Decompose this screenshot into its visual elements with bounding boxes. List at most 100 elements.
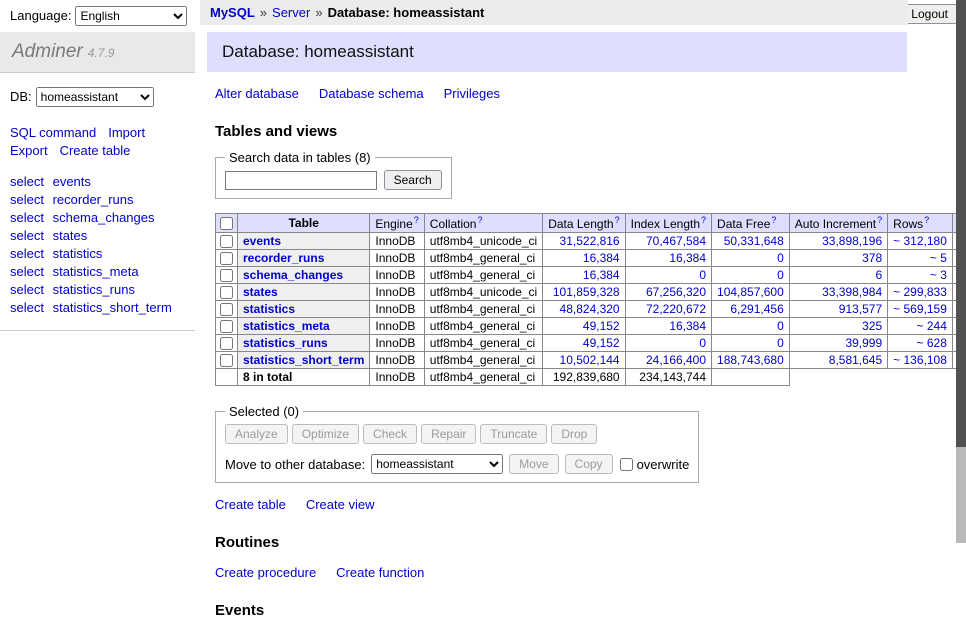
- help-link[interactable]: ?: [414, 215, 419, 225]
- search-input[interactable]: [225, 171, 377, 190]
- table-name-link-statistics-runs[interactable]: statistics_runs: [243, 336, 328, 350]
- table-name-link-statistics-meta[interactable]: statistics_meta: [243, 319, 330, 333]
- table-name-cell: states: [238, 284, 370, 301]
- table-name-cell: recorder_runs: [238, 250, 370, 267]
- help-link[interactable]: ?: [615, 215, 620, 225]
- sidebar-table-link-schema-changes[interactable]: schema_changes: [53, 210, 155, 225]
- sidebar-link-import[interactable]: Import: [108, 125, 145, 140]
- sidebar-table-link-recorder-runs[interactable]: recorder_runs: [53, 192, 134, 207]
- engine-cell: InnoDB: [370, 233, 424, 250]
- create-view-link[interactable]: Create view: [306, 497, 375, 512]
- help-link[interactable]: ?: [877, 215, 882, 225]
- table-name-link-events[interactable]: events: [243, 234, 281, 248]
- overwrite-checkbox[interactable]: [620, 458, 633, 471]
- bulk-repair-button[interactable]: Repair: [421, 424, 476, 444]
- select-link-recorder-runs[interactable]: select: [10, 192, 44, 207]
- bulk-optimize-button[interactable]: Optimize: [292, 424, 359, 444]
- row-checkbox-statistics[interactable]: [220, 303, 233, 316]
- create-table-link[interactable]: Create table: [215, 497, 286, 512]
- copy-button[interactable]: Copy: [565, 454, 613, 474]
- column-header-data-length: Data Length?: [543, 214, 625, 233]
- table-name-link-statistics[interactable]: statistics: [243, 302, 295, 316]
- alter-database-link[interactable]: Alter database: [215, 86, 299, 101]
- total-data-free-cell: [712, 369, 790, 386]
- sidebar-table-link-events[interactable]: events: [53, 174, 91, 189]
- check-all-cell: [216, 214, 238, 233]
- total-check-cell: [216, 369, 238, 386]
- select-link-states[interactable]: select: [10, 228, 44, 243]
- data-length-cell: 16,384: [543, 250, 625, 267]
- bulk-check-button[interactable]: Check: [363, 424, 417, 444]
- auto-increment-cell: 378: [789, 250, 887, 267]
- select-link-statistics-meta[interactable]: select: [10, 264, 44, 279]
- privileges-link[interactable]: Privileges: [444, 86, 500, 101]
- create-procedure-link[interactable]: Create procedure: [215, 565, 316, 580]
- row-checkbox-recorder-runs[interactable]: [220, 252, 233, 265]
- bulk-analyze-button[interactable]: Analyze: [225, 424, 288, 444]
- logout-button[interactable]: Logout: [901, 4, 958, 24]
- row-checkbox-states[interactable]: [220, 286, 233, 299]
- breadcrumb-server-link[interactable]: Server: [272, 5, 310, 20]
- select-link-events[interactable]: select: [10, 174, 44, 189]
- row-checkbox-events[interactable]: [220, 235, 233, 248]
- sidebar-link-create-table[interactable]: Create table: [60, 143, 131, 158]
- row-check-cell: [216, 267, 238, 284]
- table-name-cell: statistics_short_term: [238, 352, 370, 369]
- collation-cell: utf8mb4_general_ci: [424, 352, 542, 369]
- sidebar-links: SQL command Import Export Create table: [10, 125, 185, 158]
- help-link[interactable]: ?: [701, 215, 706, 225]
- move-button[interactable]: Move: [509, 454, 558, 474]
- sidebar-table-item: select statistics: [10, 246, 185, 261]
- data-length-cell: 48,824,320: [543, 301, 625, 318]
- check-all-checkbox[interactable]: [220, 217, 233, 230]
- sidebar-table-link-statistics-short-term[interactable]: statistics_short_term: [53, 300, 172, 315]
- row-check-cell: [216, 335, 238, 352]
- tables-overview-table: TableEngine?Collation?Data Length?Index …: [215, 213, 966, 386]
- engine-cell: InnoDB: [370, 250, 424, 267]
- database-schema-link[interactable]: Database schema: [319, 86, 424, 101]
- sidebar-link-row: SQL command Import: [10, 125, 185, 140]
- bulk-truncate-button[interactable]: Truncate: [480, 424, 547, 444]
- bulk-drop-button[interactable]: Drop: [551, 424, 597, 444]
- sidebar-table-link-statistics-meta[interactable]: statistics_meta: [53, 264, 139, 279]
- row-checkbox-statistics-short-term[interactable]: [220, 354, 233, 367]
- help-link[interactable]: ?: [924, 215, 929, 225]
- sidebar-table-link-states[interactable]: states: [53, 228, 88, 243]
- select-link-schema-changes[interactable]: select: [10, 210, 44, 225]
- select-link-statistics-short-term[interactable]: select: [10, 300, 44, 315]
- move-db-select[interactable]: homeassistant: [371, 454, 503, 474]
- row-check-cell: [216, 301, 238, 318]
- engine-cell: InnoDB: [370, 352, 424, 369]
- table-name-cell: statistics_meta: [238, 318, 370, 335]
- table-name-link-statistics-short-term[interactable]: statistics_short_term: [243, 353, 364, 367]
- language-select[interactable]: English: [75, 6, 187, 26]
- breadcrumb-driver-link[interactable]: MySQL: [210, 5, 255, 20]
- table-name-cell: schema_changes: [238, 267, 370, 284]
- scrollbar-thumb[interactable]: [956, 0, 966, 447]
- engine-cell: InnoDB: [370, 335, 424, 352]
- select-link-statistics-runs[interactable]: select: [10, 282, 44, 297]
- table-name-link-states[interactable]: states: [243, 285, 278, 299]
- row-checkbox-statistics-meta[interactable]: [220, 320, 233, 333]
- table-row-events: eventsInnoDButf8mb4_unicode_ci31,522,816…: [216, 233, 966, 250]
- select-link-statistics[interactable]: select: [10, 246, 44, 261]
- create-function-link[interactable]: Create function: [336, 565, 424, 580]
- auto-increment-cell: 8,581,645: [789, 352, 887, 369]
- row-checkbox-schema-changes[interactable]: [220, 269, 233, 282]
- sidebar-table-link-statistics[interactable]: statistics: [53, 246, 103, 261]
- sidebar-link-export[interactable]: Export: [10, 143, 48, 158]
- engine-cell: InnoDB: [370, 301, 424, 318]
- rows-cell: ~ 569,159: [888, 301, 953, 318]
- index-length-cell: 16,384: [625, 250, 711, 267]
- help-link[interactable]: ?: [477, 215, 482, 225]
- search-button[interactable]: Search: [384, 170, 442, 190]
- language-label: Language:: [10, 8, 71, 23]
- vertical-scrollbar: [956, 0, 966, 543]
- db-select[interactable]: homeassistant: [36, 87, 154, 107]
- sidebar-table-link-statistics-runs[interactable]: statistics_runs: [53, 282, 135, 297]
- row-checkbox-statistics-runs[interactable]: [220, 337, 233, 350]
- table-name-link-schema-changes[interactable]: schema_changes: [243, 268, 343, 282]
- sidebar-link-sql-command[interactable]: SQL command: [10, 125, 96, 140]
- table-name-link-recorder-runs[interactable]: recorder_runs: [243, 251, 324, 265]
- help-link[interactable]: ?: [771, 215, 776, 225]
